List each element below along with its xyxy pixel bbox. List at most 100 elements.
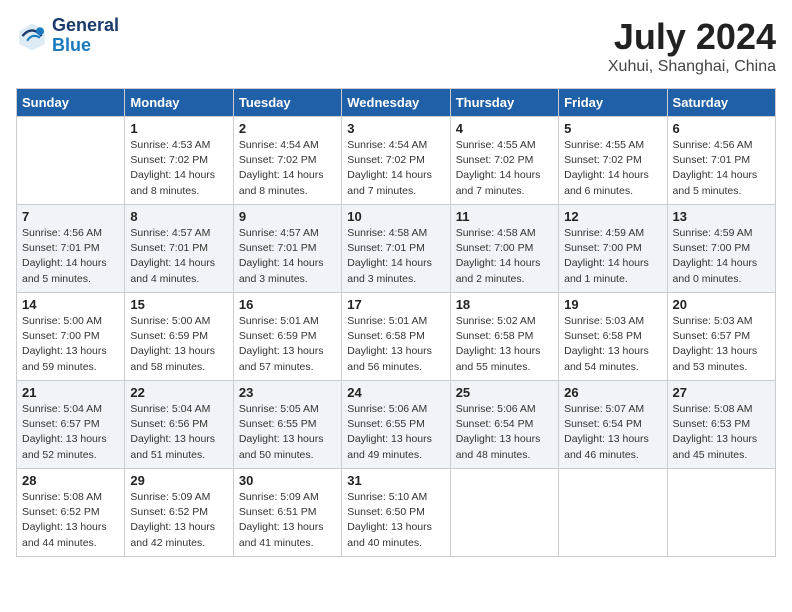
calendar-cell: 9Sunrise: 4:57 AMSunset: 7:01 PMDaylight… (233, 205, 341, 293)
day-number: 14 (22, 297, 119, 312)
calendar-cell: 25 Sunrise: 5:06 AMSunset: 6:54 PMDayligh… (450, 381, 558, 469)
calendar-header-row: SundayMondayTuesdayWednesdayThursdayFrid… (17, 89, 776, 117)
calendar-cell: 22Sunrise: 5:04 AMSunset: 6:56 PMDayligh… (125, 381, 233, 469)
day-number: 8 (130, 209, 227, 224)
cell-info: Sunrise: 5:01 AMSunset: 6:59 PMDaylight:… (239, 314, 336, 375)
cell-info: Sunrise: 4:53 AMSunset: 7:02 PMDaylight:… (130, 138, 227, 199)
calendar-cell (17, 117, 125, 205)
day-number: 23 (239, 385, 336, 400)
calendar-cell (667, 469, 775, 557)
calendar-cell: 3 Sunrise: 4:54 AMSunset: 7:02 PMDaylight… (342, 117, 450, 205)
day-number: 29 (130, 473, 227, 488)
cell-info: Sunrise: 4:56 AMSunset: 7:01 PMDaylight:… (673, 138, 770, 199)
cell-info: Sunrise: 4:55 AMSunset: 7:02 PMDaylight:… (456, 138, 553, 199)
cell-info: Sunrise: 5:10 AMSunset: 6:50 PMDaylight:… (347, 490, 444, 551)
cell-info: Sunrise: 5:00 AMSunset: 6:59 PMDaylight:… (130, 314, 227, 375)
calendar-cell: 21 Sunrise: 5:04 AMSunset: 6:57 PMDayligh… (17, 381, 125, 469)
calendar-cell: 30 Sunrise: 5:09 AMSunset: 6:51 PMDayligh… (233, 469, 341, 557)
week-row-5: 28Sunrise: 5:08 AMSunset: 6:52 PMDayligh… (17, 469, 776, 557)
day-number: 2 (239, 121, 336, 136)
cell-info: Sunrise: 4:59 AMSunset: 7:00 PMDaylight:… (673, 226, 770, 287)
day-number: 18 (456, 297, 553, 312)
day-number: 30 (239, 473, 336, 488)
calendar-cell (450, 469, 558, 557)
day-number: 10 (347, 209, 444, 224)
cell-info: Sunrise: 5:03 AMSunset: 6:57 PMDaylight:… (673, 314, 770, 375)
calendar-cell: 15 Sunrise: 5:00 AMSunset: 6:59 PMDayligh… (125, 293, 233, 381)
col-thursday: Thursday (450, 89, 558, 117)
logo: General Blue (16, 16, 119, 56)
cell-info: Sunrise: 4:58 AMSunset: 7:00 PMDaylight:… (456, 226, 553, 287)
week-row-4: 21 Sunrise: 5:04 AMSunset: 6:57 PMDayligh… (17, 381, 776, 469)
day-number: 11 (456, 209, 553, 224)
calendar-cell: 19 Sunrise: 5:03 AMSunset: 6:58 PMDayligh… (559, 293, 667, 381)
cell-info: Sunrise: 4:57 AMSunset: 7:01 PMDaylight:… (130, 226, 227, 287)
day-number: 3 (347, 121, 444, 136)
logo-general: General (52, 15, 119, 35)
cell-info: Sunrise: 5:09 AMSunset: 6:51 PMDaylight:… (239, 490, 336, 551)
day-number: 16 (239, 297, 336, 312)
cell-info: Sunrise: 5:09 AMSunset: 6:52 PMDaylight:… (130, 490, 227, 551)
calendar-cell: 2 Sunrise: 4:54 AMSunset: 7:02 PMDaylight… (233, 117, 341, 205)
calendar-cell: 12Sunrise: 4:59 AMSunset: 7:00 PMDayligh… (559, 205, 667, 293)
cell-info: Sunrise: 5:01 AMSunset: 6:58 PMDaylight:… (347, 314, 444, 375)
col-sunday: Sunday (17, 89, 125, 117)
cell-info: Sunrise: 5:08 AMSunset: 6:52 PMDaylight:… (22, 490, 119, 551)
calendar-cell: 26 Sunrise: 5:07 AMSunset: 6:54 PMDayligh… (559, 381, 667, 469)
col-tuesday: Tuesday (233, 89, 341, 117)
cell-info: Sunrise: 5:06 AMSunset: 6:54 PMDaylight:… (456, 402, 553, 463)
day-number: 9 (239, 209, 336, 224)
cell-info: Sunrise: 4:58 AMSunset: 7:01 PMDaylight:… (347, 226, 444, 287)
calendar-cell: 7Sunrise: 4:56 AMSunset: 7:01 PMDaylight… (17, 205, 125, 293)
calendar-cell: 14 Sunrise: 5:00 AMSunset: 7:00 PMDayligh… (17, 293, 125, 381)
calendar-cell: 28Sunrise: 5:08 AMSunset: 6:52 PMDayligh… (17, 469, 125, 557)
location: Xuhui, Shanghai, China (608, 58, 776, 76)
title-block: July 2024 Xuhui, Shanghai, China (608, 16, 776, 76)
day-number: 26 (564, 385, 661, 400)
cell-info: Sunrise: 5:00 AMSunset: 7:00 PMDaylight:… (22, 314, 119, 375)
month-title: July 2024 (608, 16, 776, 58)
cell-info: Sunrise: 5:07 AMSunset: 6:54 PMDaylight:… (564, 402, 661, 463)
calendar-cell: 4 Sunrise: 4:55 AMSunset: 7:02 PMDaylight… (450, 117, 558, 205)
logo-blue: Blue (52, 35, 91, 55)
logo-icon (16, 20, 48, 52)
day-number: 21 (22, 385, 119, 400)
day-number: 13 (673, 209, 770, 224)
calendar-cell: 31 Sunrise: 5:10 AMSunset: 6:50 PMDayligh… (342, 469, 450, 557)
calendar-cell: 24Sunrise: 5:06 AMSunset: 6:55 PMDayligh… (342, 381, 450, 469)
day-number: 7 (22, 209, 119, 224)
day-number: 15 (130, 297, 227, 312)
calendar-cell: 23Sunrise: 5:05 AMSunset: 6:55 PMDayligh… (233, 381, 341, 469)
day-number: 12 (564, 209, 661, 224)
week-row-1: 1Sunrise: 4:53 AMSunset: 7:02 PMDaylight… (17, 117, 776, 205)
col-friday: Friday (559, 89, 667, 117)
calendar-cell (559, 469, 667, 557)
calendar-cell: 27Sunrise: 5:08 AMSunset: 6:53 PMDayligh… (667, 381, 775, 469)
week-row-3: 14 Sunrise: 5:00 AMSunset: 7:00 PMDayligh… (17, 293, 776, 381)
col-wednesday: Wednesday (342, 89, 450, 117)
calendar-cell: 29 Sunrise: 5:09 AMSunset: 6:52 PMDayligh… (125, 469, 233, 557)
calendar-cell: 5Sunrise: 4:55 AMSunset: 7:02 PMDaylight… (559, 117, 667, 205)
calendar-cell: 13 Sunrise: 4:59 AMSunset: 7:00 PMDayligh… (667, 205, 775, 293)
day-number: 25 (456, 385, 553, 400)
page-header: General Blue July 2024 Xuhui, Shanghai, … (16, 16, 776, 76)
cell-info: Sunrise: 4:54 AMSunset: 7:02 PMDaylight:… (239, 138, 336, 199)
day-number: 20 (673, 297, 770, 312)
calendar-table: SundayMondayTuesdayWednesdayThursdayFrid… (16, 88, 776, 557)
cell-info: Sunrise: 4:54 AMSunset: 7:02 PMDaylight:… (347, 138, 444, 199)
calendar-cell: 6Sunrise: 4:56 AMSunset: 7:01 PMDaylight… (667, 117, 775, 205)
calendar-cell: 17Sunrise: 5:01 AMSunset: 6:58 PMDayligh… (342, 293, 450, 381)
cell-info: Sunrise: 5:04 AMSunset: 6:56 PMDaylight:… (130, 402, 227, 463)
col-saturday: Saturday (667, 89, 775, 117)
calendar-cell: 1Sunrise: 4:53 AMSunset: 7:02 PMDaylight… (125, 117, 233, 205)
cell-info: Sunrise: 4:55 AMSunset: 7:02 PMDaylight:… (564, 138, 661, 199)
cell-info: Sunrise: 5:04 AMSunset: 6:57 PMDaylight:… (22, 402, 119, 463)
day-number: 19 (564, 297, 661, 312)
week-row-2: 7Sunrise: 4:56 AMSunset: 7:01 PMDaylight… (17, 205, 776, 293)
day-number: 31 (347, 473, 444, 488)
day-number: 4 (456, 121, 553, 136)
day-number: 27 (673, 385, 770, 400)
calendar-cell: 10 Sunrise: 4:58 AMSunset: 7:01 PMDayligh… (342, 205, 450, 293)
calendar-cell: 20 Sunrise: 5:03 AMSunset: 6:57 PMDayligh… (667, 293, 775, 381)
cell-info: Sunrise: 5:03 AMSunset: 6:58 PMDaylight:… (564, 314, 661, 375)
